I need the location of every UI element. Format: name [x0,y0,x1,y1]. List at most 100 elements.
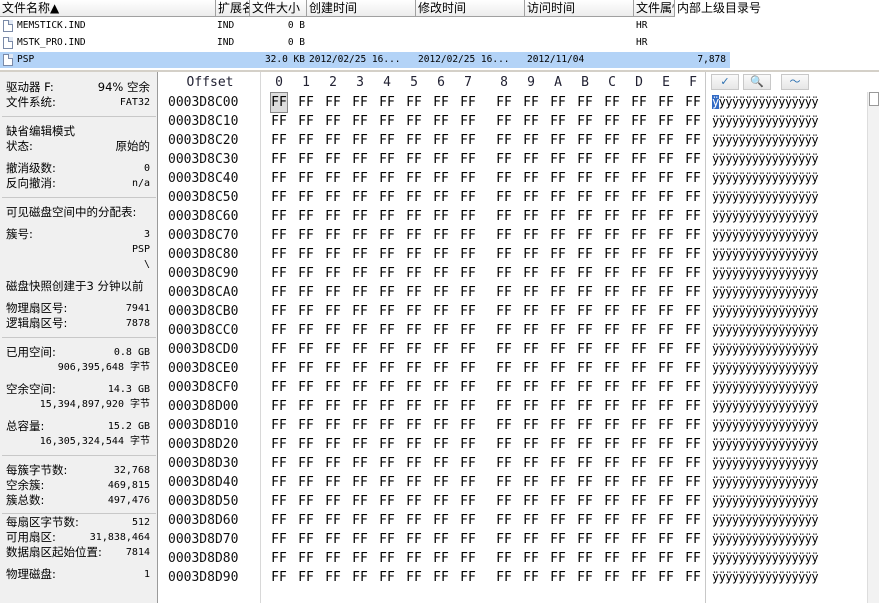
hex-byte[interactable]: FF [604,511,620,530]
hex-byte[interactable]: FF [631,131,647,150]
hex-byte[interactable]: FF [550,454,566,473]
hex-byte[interactable]: FF [433,359,449,378]
hex-byte[interactable]: FF [271,169,287,188]
hex-byte[interactable]: FF [433,169,449,188]
hex-byte[interactable]: FF [577,302,593,321]
hex-byte[interactable]: FF [577,226,593,245]
text-column[interactable]: ÿÿÿÿÿÿÿÿÿÿÿÿÿÿÿÿ [712,435,819,454]
hex-byte[interactable]: FF [433,473,449,492]
hex-byte[interactable]: FF [325,416,341,435]
hex-byte[interactable]: FF [325,283,341,302]
hex-byte[interactable]: FF [406,492,422,511]
hex-row[interactable]: 0003D8CF0 FF FF FF FF FF FF FF FF FF FF FF FF FF FF FF F… [160,378,870,397]
hex-byte[interactable]: FF [271,321,287,340]
hex-byte[interactable]: FF [577,131,593,150]
text-column[interactable]: ÿÿÿÿÿÿÿÿÿÿÿÿÿÿÿÿ [712,93,819,112]
hex-byte[interactable]: FF [523,359,539,378]
hex-byte[interactable]: FF [379,359,395,378]
hex-byte[interactable]: FF [406,568,422,587]
hex-byte[interactable]: FF [325,207,341,226]
text-column[interactable]: ÿÿÿÿÿÿÿÿÿÿÿÿÿÿÿÿ [712,112,819,131]
hex-byte[interactable]: FF [271,264,287,283]
hex-byte[interactable]: FF [433,283,449,302]
hex-byte[interactable]: FF [496,207,512,226]
hex-byte[interactable]: FF [658,264,674,283]
hex-byte[interactable]: FF [433,568,449,587]
hex-byte[interactable]: FF [271,340,287,359]
hex-byte[interactable]: FF [271,568,287,587]
hex-byte[interactable]: FF [325,264,341,283]
hex-byte[interactable]: FF [631,397,647,416]
hex-byte[interactable]: FF [271,359,287,378]
hex-byte[interactable]: FF [631,169,647,188]
hex-byte[interactable]: FF [352,321,368,340]
hex-byte[interactable]: FF [604,473,620,492]
hex-byte[interactable]: FF [631,378,647,397]
hex-byte[interactable]: FF [433,93,449,112]
hex-row[interactable]: 0003D8D40 FF FF FF FF FF FF FF FF FF FF FF FF FF FF FF F… [160,473,870,492]
hex-byte[interactable]: FF [550,397,566,416]
hex-byte[interactable]: FF [325,340,341,359]
hex-byte[interactable]: FF [460,169,476,188]
hex-byte[interactable]: FF [496,188,512,207]
hex-byte[interactable]: FF [577,435,593,454]
hex-row[interactable]: 0003D8D90 FF FF FF FF FF FF FF FF FF FF FF FF FF FF FF F… [160,568,870,587]
hex-byte[interactable]: FF [658,169,674,188]
hex-byte[interactable]: FF [604,226,620,245]
hex-byte[interactable]: FF [685,321,701,340]
checkmark-icon[interactable]: ✓ [711,74,739,90]
hex-byte[interactable]: FF [604,416,620,435]
hex-byte[interactable]: FF [406,112,422,131]
hex-byte[interactable]: FF [298,416,314,435]
hex-byte[interactable]: FF [496,302,512,321]
hex-row[interactable]: 0003D8CC0 FF FF FF FF FF FF FF FF FF FF FF FF FF FF FF F… [160,321,870,340]
hex-byte[interactable]: FF [379,207,395,226]
text-column[interactable]: ÿÿÿÿÿÿÿÿÿÿÿÿÿÿÿÿ [712,245,819,264]
hex-byte[interactable]: FF [325,435,341,454]
hex-byte[interactable]: FF [298,454,314,473]
hex-byte[interactable]: FF [523,397,539,416]
hex-byte[interactable]: FF [496,131,512,150]
hex-byte[interactable]: FF [685,112,701,131]
hex-byte[interactable]: FF [685,492,701,511]
hex-byte[interactable]: FF [271,112,287,131]
hex-byte[interactable]: FF [271,302,287,321]
hex-byte[interactable]: FF [298,511,314,530]
hex-row[interactable]: 0003D8CE0 FF FF FF FF FF FF FF FF FF FF FF FF FF FF FF F… [160,359,870,378]
hex-byte[interactable]: FF [604,245,620,264]
hex-byte[interactable]: FF [658,435,674,454]
text-column[interactable]: ÿÿÿÿÿÿÿÿÿÿÿÿÿÿÿÿ [712,568,819,587]
hex-byte[interactable]: FF [379,378,395,397]
hex-byte[interactable]: FF [298,530,314,549]
hex-byte[interactable]: FF [604,169,620,188]
hex-row[interactable]: 0003D8C60 FF FF FF FF FF FF FF FF FF FF FF FF FF FF FF F… [160,207,870,226]
hex-byte[interactable]: FF [271,245,287,264]
hex-byte[interactable]: FF [523,207,539,226]
hex-byte[interactable]: FF [270,92,288,113]
hex-byte[interactable]: FF [433,302,449,321]
hex-byte[interactable]: FF [460,435,476,454]
hex-byte[interactable]: FF [685,378,701,397]
hex-byte[interactable]: FF [631,245,647,264]
hex-byte[interactable]: FF [325,492,341,511]
hex-byte[interactable]: FF [523,264,539,283]
hex-byte[interactable]: FF [658,112,674,131]
hex-byte[interactable]: FF [604,568,620,587]
hex-byte[interactable]: FF [577,511,593,530]
hex-byte[interactable]: FF [496,568,512,587]
hex-byte[interactable]: FF [631,549,647,568]
hex-byte[interactable]: FF [325,397,341,416]
hex-byte[interactable]: FF [379,511,395,530]
hex-row[interactable]: 0003D8D70 FF FF FF FF FF FF FF FF FF FF FF FF FF FF FF F… [160,530,870,549]
hex-byte[interactable]: FF [406,207,422,226]
hex-byte[interactable]: FF [523,568,539,587]
hex-byte[interactable]: FF [685,207,701,226]
hex-byte[interactable]: FF [523,283,539,302]
hex-byte[interactable]: FF [658,492,674,511]
hex-byte[interactable]: FF [550,340,566,359]
hex-byte[interactable]: FF [406,150,422,169]
hex-byte[interactable]: FF [604,112,620,131]
hex-byte[interactable]: FF [604,378,620,397]
hex-byte[interactable]: FF [577,454,593,473]
hex-byte[interactable]: FF [631,530,647,549]
